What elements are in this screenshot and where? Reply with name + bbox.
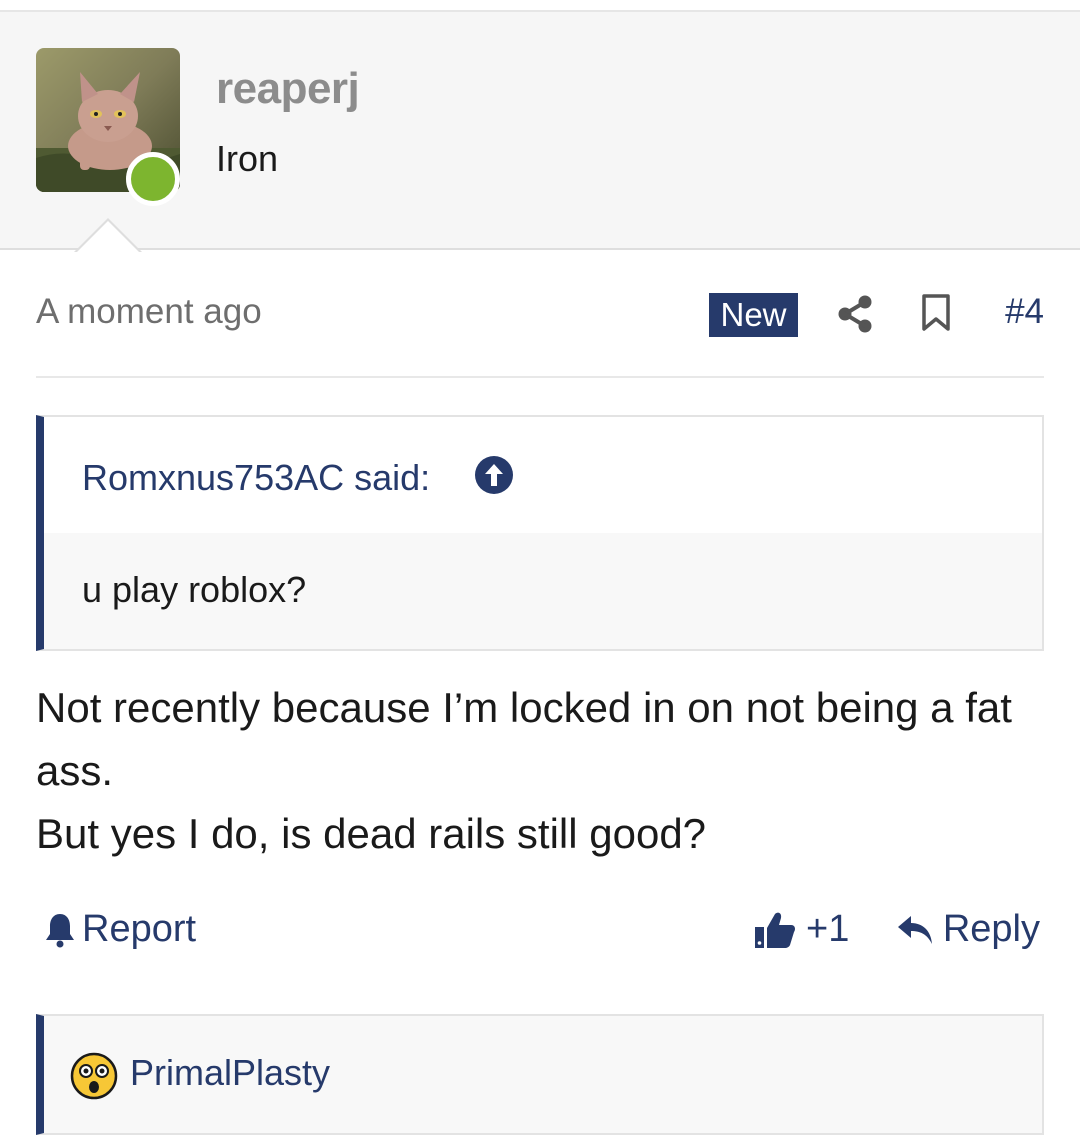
reply-button[interactable]: Reply [897, 908, 1040, 951]
quote-block: Romxnus753AC said: u play roblox? [36, 415, 1044, 651]
quote-text: u play roblox? [82, 569, 307, 610]
post-number-link[interactable]: #4 [1005, 292, 1044, 332]
astonished-face-icon [70, 1052, 118, 1100]
share-icon[interactable] [836, 294, 874, 334]
post-message: Not recently because I’m locked in on no… [36, 676, 1044, 865]
online-status-indicator [126, 152, 180, 206]
message-line: Not recently because I’m locked in on no… [36, 684, 1012, 794]
thumbs-up-icon [755, 912, 795, 948]
post-actions: Report +1 Reply [36, 908, 1044, 964]
message-line: But yes I do, is dead rails still good? [36, 810, 707, 857]
post-user-header: reaperj Iron [0, 10, 1080, 250]
report-button[interactable]: Report [44, 908, 196, 951]
user-title: Iron [216, 138, 279, 179]
bell-icon [46, 913, 74, 947]
reaction-users-link[interactable]: PrimalPlasty [130, 1052, 330, 1094]
like-count: +1 [806, 908, 850, 950]
arrow-up-circle-icon[interactable] [474, 455, 514, 495]
new-badge: New [709, 293, 798, 337]
report-label: Report [82, 908, 197, 950]
reply-arrow-icon [897, 915, 932, 944]
username[interactable]: reaperj [216, 64, 360, 114]
avatar[interactable] [36, 48, 180, 206]
post-time[interactable]: A moment ago [36, 292, 262, 332]
like-button[interactable]: +1 [754, 908, 849, 951]
post-meta-row: A moment ago New #4 [36, 288, 1044, 340]
quote-header: Romxnus753AC said: [44, 417, 1042, 533]
divider [36, 376, 1044, 378]
reply-label: Reply [942, 908, 1040, 950]
quote-author-link[interactable]: Romxnus753AC said: [82, 457, 430, 499]
reaction-bar[interactable]: PrimalPlasty [36, 1014, 1044, 1135]
bookmark-icon[interactable] [921, 294, 951, 332]
